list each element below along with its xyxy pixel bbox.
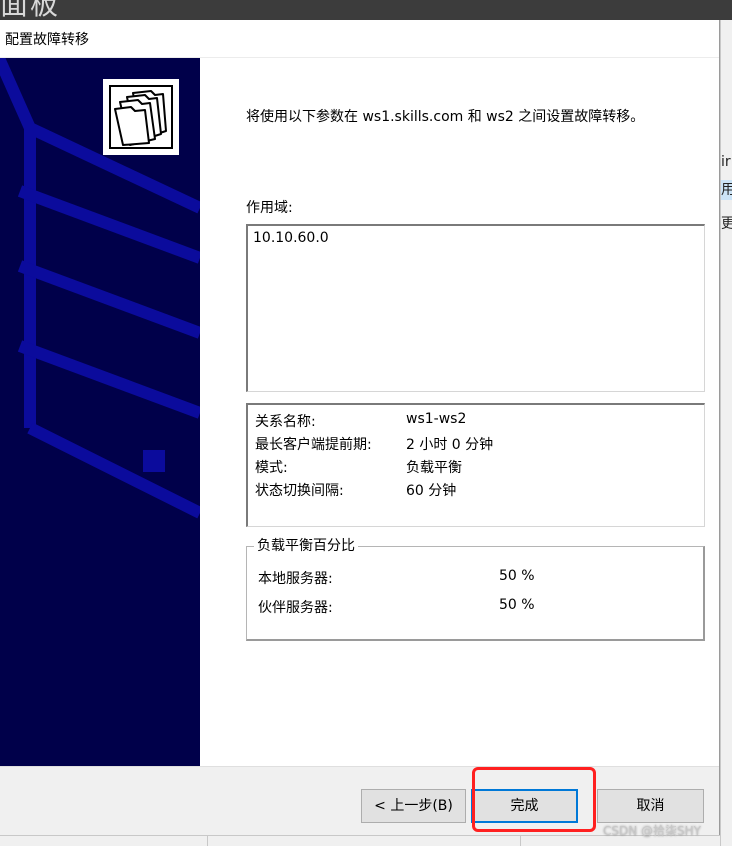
- watermark: CSDN @拾柒SHY: [603, 824, 701, 838]
- summary-value: ws1-ws2: [406, 411, 467, 427]
- summary-value: 负载平衡: [406, 460, 462, 476]
- load-balance-legend: 负载平衡百分比: [254, 535, 358, 555]
- partner-server-percent: 50 %: [499, 597, 535, 613]
- scope-listbox[interactable]: 10.10.60.0: [246, 224, 705, 392]
- scope-item[interactable]: 10.10.60.0: [253, 230, 329, 246]
- background-cell-selected[interactable]: 用域: [721, 180, 732, 200]
- summary-value: 60 分钟: [406, 483, 457, 499]
- folder-stack-icon: [103, 79, 179, 155]
- local-server-label: 本地服务器:: [258, 571, 333, 587]
- scope-label: 作用域:: [246, 200, 293, 216]
- summary-key: 最长客户端提前期:: [255, 437, 372, 453]
- background-window-header: 面板: [0, 0, 732, 20]
- summary-key: 关系名称:: [255, 414, 316, 430]
- back-button[interactable]: < 上一步(B): [361, 789, 466, 823]
- background-divider: [520, 836, 521, 846]
- background-cell: 更: [721, 214, 732, 234]
- server-tower-graphic: [0, 58, 200, 519]
- wizard-content: 将使用以下参数在 ws1.skills.com 和 ws2 之间设置故障转移。 …: [200, 58, 719, 766]
- summary-listbox[interactable]: 关系名称: ws1-ws2 最长客户端提前期: 2 小时 0 分钟 模式: 负载…: [246, 403, 705, 527]
- background-cell: ir: [721, 154, 731, 170]
- local-server-percent: 50 %: [499, 568, 535, 584]
- background-window-right-strip: ir 用域 更: [720, 20, 732, 846]
- finish-button[interactable]: 完成: [471, 789, 578, 823]
- screenshot-stage: 面板 ir 用域 更 配置故障转移: [0, 0, 732, 846]
- summary-key: 模式:: [255, 460, 288, 476]
- background-header-text: 面板: [0, 0, 61, 20]
- load-balance-groupbox: 负载平衡百分比 本地服务器: 50 % 伙伴服务器: 50 %: [246, 535, 705, 641]
- intro-text: 将使用以下参数在 ws1.skills.com 和 ws2 之间设置故障转移。: [246, 109, 645, 125]
- dialog-titlebar[interactable]: 配置故障转移: [0, 20, 719, 58]
- dialog-title: 配置故障转移: [5, 32, 89, 48]
- wizard-banner: [0, 58, 200, 766]
- summary-key: 状态切换间隔:: [255, 483, 344, 499]
- cancel-button[interactable]: 取消: [597, 789, 704, 823]
- background-divider: [207, 836, 208, 846]
- failover-wizard-dialog: 配置故障转移 将使用以下参数在 ws1.skills.com 和 ws2 之间设…: [0, 20, 720, 835]
- summary-value: 2 小时 0 分钟: [406, 437, 494, 453]
- partner-server-label: 伙伴服务器:: [258, 600, 333, 616]
